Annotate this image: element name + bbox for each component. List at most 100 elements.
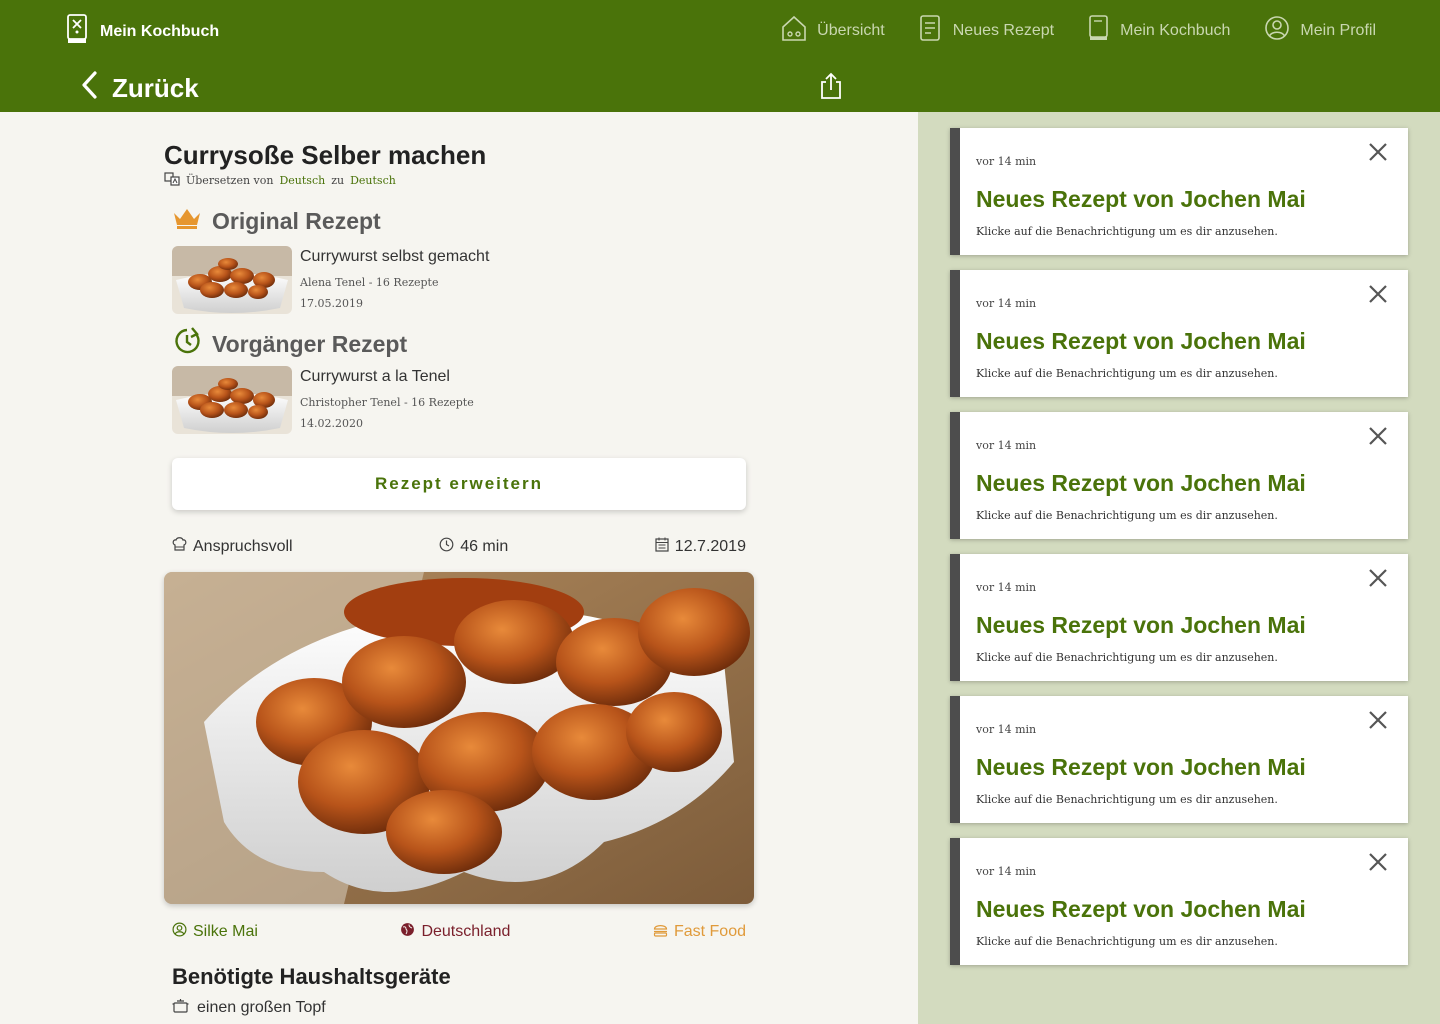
notification-body: Klicke auf die Benachrichtigung um es di… — [976, 509, 1278, 522]
duration: 46 min — [439, 536, 508, 557]
recipe-card-author: Christopher Tenel - 16 Rezepte — [300, 396, 474, 409]
user-icon — [172, 922, 187, 942]
main-nav: Übersicht Neues Rezept Mein Kochbuch Mei… — [781, 14, 1376, 47]
notification-card[interactable]: vor 14 min Neues Rezept von Jochen Mai K… — [950, 412, 1408, 539]
nav-item-mein-kochbuch[interactable]: Mein Kochbuch — [1088, 14, 1230, 47]
cookbook-logo-icon — [66, 14, 90, 49]
recipe-card-author: Alena Tenel - 16 Rezepte — [300, 276, 439, 289]
brand[interactable]: Mein Kochbuch — [66, 14, 219, 49]
translate-mid: zu — [331, 174, 345, 187]
notification-time: vor 14 min — [976, 155, 1037, 168]
date-label: 12.7.2019 — [674, 537, 746, 555]
recipe-card-name: Currywurst a la Tenel — [300, 368, 450, 385]
section-label: Vorgänger Rezept — [212, 330, 408, 357]
notification-title: Neues Rezept von Jochen Mai — [976, 612, 1306, 638]
notification-card[interactable]: vor 14 min Neues Rezept von Jochen Mai K… — [950, 128, 1408, 255]
chevron-left-icon — [80, 70, 100, 107]
notification-card[interactable]: vor 14 min Neues Rezept von Jochen Mai K… — [950, 838, 1408, 965]
recipe-meta-row: Anspruchsvoll 46 min 12.7.2019 — [172, 536, 746, 557]
tag-country[interactable]: Deutschland — [400, 922, 510, 942]
back-button[interactable]: Zurück — [80, 70, 199, 107]
home-icon — [781, 14, 807, 47]
translate-to-link[interactable]: Deutsch — [350, 174, 396, 187]
close-icon[interactable] — [1368, 710, 1388, 735]
section-label: Original Rezept — [212, 207, 381, 234]
notification-time: vor 14 min — [976, 865, 1037, 878]
top-navigation-bar: Mein Kochbuch Übersicht Neues Rezept Mei… — [0, 0, 1440, 112]
notification-card[interactable]: vor 14 min Neues Rezept von Jochen Mai K… — [950, 554, 1408, 681]
notification-card[interactable]: vor 14 min Neues Rezept von Jochen Mai K… — [950, 270, 1408, 397]
duration-label: 46 min — [460, 537, 509, 555]
back-label: Zurück — [112, 73, 199, 103]
crown-icon — [172, 206, 202, 236]
notification-body: Klicke auf die Benachrichtigung um es di… — [976, 367, 1278, 380]
share-button[interactable] — [818, 72, 844, 105]
notification-title: Neues Rezept von Jochen Mai — [976, 470, 1306, 496]
original-recipe-heading: Original Rezept — [172, 206, 381, 236]
notification-title: Neues Rezept von Jochen Mai — [976, 328, 1306, 354]
close-icon[interactable] — [1368, 426, 1388, 451]
previous-recipe-card[interactable]: Currywurst a la Tenel Christopher Tenel … — [172, 366, 474, 434]
close-icon[interactable] — [1368, 852, 1388, 877]
notification-card[interactable]: vor 14 min Neues Rezept von Jochen Mai K… — [950, 696, 1408, 823]
notification-title: Neues Rezept von Jochen Mai — [976, 754, 1306, 780]
chef-hat-icon — [172, 536, 187, 557]
tag-author[interactable]: Silke Mai — [172, 922, 258, 942]
translate-icon — [164, 172, 180, 189]
tag-category-label: Fast Food — [673, 923, 746, 940]
nav-label: Neues Rezept — [952, 21, 1055, 39]
notification-body: Klicke auf die Benachrichtigung um es di… — [976, 225, 1278, 238]
difficulty: Anspruchsvoll — [172, 536, 293, 557]
tag-country-label: Deutschland — [421, 923, 511, 940]
recipe-thumbnail — [172, 366, 292, 434]
notification-body: Klicke auf die Benachrichtigung um es di… — [976, 935, 1278, 948]
tag-author-label: Silke Mai — [193, 923, 258, 940]
appliance-item: einen großen Topf — [172, 998, 326, 1018]
globe-icon — [400, 922, 415, 942]
profile-icon — [1264, 15, 1290, 46]
calendar-icon — [655, 537, 669, 557]
translate-prefix: Übersetzen von — [186, 174, 274, 187]
cookbook-icon — [1088, 14, 1110, 47]
original-recipe-card[interactable]: Currywurst selbst gemacht Alena Tenel - … — [172, 246, 489, 314]
translate-from-link[interactable]: Deutsch — [279, 174, 325, 187]
nav-item-mein-profil[interactable]: Mein Profil — [1264, 14, 1376, 47]
notification-panel: vor 14 min Neues Rezept von Jochen Mai K… — [918, 112, 1440, 1024]
difficulty-label: Anspruchsvoll — [193, 537, 293, 555]
recipe-hero-image — [164, 572, 754, 904]
tag-category[interactable]: Fast Food — [653, 922, 746, 942]
share-icon — [818, 72, 844, 104]
close-icon[interactable] — [1368, 568, 1388, 593]
brand-label: Mein Kochbuch — [100, 22, 220, 40]
new-recipe-icon — [919, 14, 943, 47]
notification-body: Klicke auf die Benachrichtigung um es di… — [976, 793, 1278, 806]
appliance-label: einen großen Topf — [197, 999, 326, 1016]
recipe-card-date: 14.02.2020 — [300, 417, 363, 430]
translation-info: Übersetzen von Deutsch zu Deutsch — [164, 172, 396, 189]
clock-icon — [439, 537, 454, 557]
notification-title: Neues Rezept von Jochen Mai — [976, 896, 1306, 922]
notification-time: vor 14 min — [976, 297, 1037, 310]
created-date: 12.7.2019 — [655, 536, 746, 557]
nav-label: Mein Profil — [1300, 21, 1376, 39]
recipe-title: Currysoße Selber machen — [164, 140, 487, 170]
nav-item-uebersicht[interactable]: Übersicht — [781, 14, 885, 47]
nav-item-neues-rezept[interactable]: Neues Rezept — [919, 14, 1054, 47]
notification-body: Klicke auf die Benachrichtigung um es di… — [976, 651, 1278, 664]
nav-label: Mein Kochbuch — [1120, 21, 1231, 39]
notification-time: vor 14 min — [976, 439, 1037, 452]
recipe-card-date: 17.05.2019 — [300, 297, 363, 310]
extend-recipe-button[interactable]: Rezept erweitern — [172, 458, 746, 510]
nav-label: Übersicht — [817, 21, 885, 39]
pot-icon — [172, 998, 189, 1018]
history-icon — [172, 326, 202, 362]
recipe-detail: Currysoße Selber machen Übersetzen von D… — [0, 112, 918, 1024]
notification-title: Neues Rezept von Jochen Mai — [976, 186, 1306, 212]
close-icon[interactable] — [1368, 284, 1388, 309]
recipe-thumbnail — [172, 246, 292, 314]
appliances-heading: Benötigte Haushaltsgeräte — [172, 964, 451, 989]
previous-recipe-heading: Vorgänger Rezept — [172, 326, 407, 362]
recipe-card-name: Currywurst selbst gemacht — [300, 248, 490, 265]
close-icon[interactable] — [1368, 142, 1388, 167]
burger-icon — [653, 923, 668, 942]
